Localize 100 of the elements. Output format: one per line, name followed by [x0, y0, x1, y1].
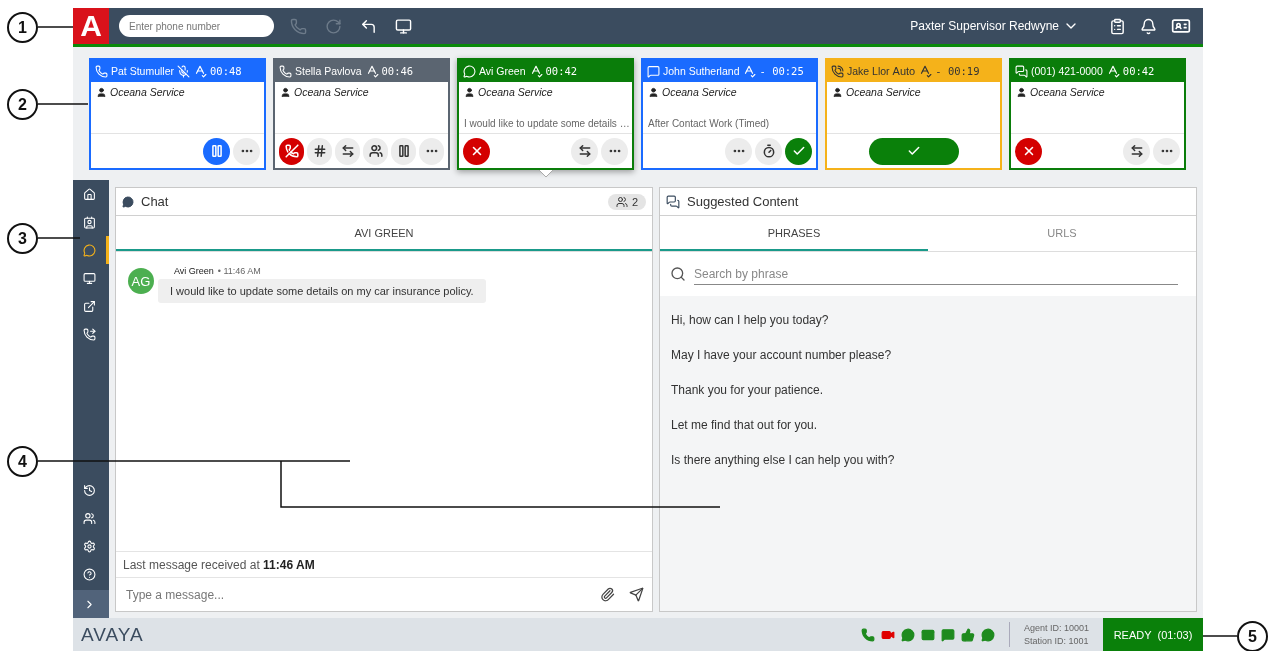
interaction-card[interactable]: Pat Stumuller 00:48 Oceana Service	[89, 58, 266, 170]
send-button[interactable]	[629, 587, 644, 602]
call-timer: - 00:19	[935, 65, 980, 77]
channel-icon	[95, 64, 108, 78]
people-icon	[615, 195, 628, 208]
user-menu[interactable]: Paxter Supervisor Redwyne	[904, 17, 1085, 35]
interaction-detail: After Contact Work (Timed)	[648, 118, 771, 129]
close-button[interactable]	[463, 137, 490, 165]
callout-badge: 1	[7, 12, 38, 43]
stopwatch-icon	[761, 144, 776, 158]
message-bubble: I would like to update some details on my car insurance policy.	[158, 279, 486, 303]
person-icon	[464, 86, 475, 98]
agent-id: Agent ID: 10001	[1023, 623, 1089, 633]
chat-tab[interactable]: AVI GREEN	[116, 216, 652, 251]
stopwatch-button[interactable]	[755, 137, 782, 165]
transfer-button[interactable]	[1123, 137, 1150, 165]
pause-button[interactable]	[391, 137, 416, 165]
channel-icon	[1015, 64, 1028, 78]
service-name: Oceana Service	[110, 86, 185, 98]
transfer-button[interactable]	[571, 137, 598, 165]
contact-name: Jake Llor	[847, 65, 890, 77]
call-timer: 00:48	[210, 65, 242, 77]
reply-arrow-icon	[360, 17, 377, 35]
channel-icon	[463, 64, 476, 78]
interaction-card[interactable]: Jake Llor Auto - 00:19 Oceana Service	[825, 58, 1002, 170]
mode-label: Auto	[892, 65, 916, 77]
thumbs-up-icon[interactable]	[960, 627, 975, 642]
people-button[interactable]	[363, 137, 388, 165]
check-button[interactable]	[868, 137, 959, 165]
interaction-card[interactable]: Stella Pavlova 00:46 Oceana Service	[273, 58, 450, 170]
phrase-item[interactable]: Thank you for your patience.	[671, 372, 1185, 407]
content-tab[interactable]: PHRASES	[660, 216, 928, 251]
hang-up-button[interactable]	[279, 137, 304, 165]
mail-icon[interactable]	[920, 627, 935, 642]
phrase-item[interactable]: Let me find that out for you.	[671, 407, 1185, 442]
phrase-item[interactable]: May I have your account number please?	[671, 337, 1185, 372]
person-icon	[1016, 86, 1027, 98]
service-name: Oceana Service	[478, 86, 553, 98]
settings-icon	[83, 539, 96, 553]
check-icon	[791, 144, 806, 158]
phrase-item[interactable]: Hi, how can I help you today?	[671, 302, 1185, 337]
callout-badge: 3	[7, 223, 38, 254]
hash-button[interactable]	[307, 137, 332, 165]
transfer-icon	[577, 144, 592, 158]
chat-icon	[83, 243, 96, 257]
notifications-button[interactable]	[1140, 17, 1157, 35]
participants-count: 2	[631, 195, 638, 208]
message-icon[interactable]	[940, 627, 955, 642]
pause-button[interactable]	[203, 137, 230, 165]
contact-name: (001) 421-0000	[1031, 65, 1103, 77]
id-card-button[interactable]	[1171, 16, 1191, 36]
phone-icon	[290, 17, 307, 35]
contact-name: Stella Pavlova	[295, 65, 362, 77]
send-icon	[629, 587, 644, 602]
people-icon	[83, 511, 96, 525]
hash-icon	[312, 144, 327, 158]
interaction-card[interactable]: Avi Green 00:42 Oceana Service I would like to update some details …	[457, 58, 634, 170]
people-icon	[368, 144, 383, 158]
channel-icon	[279, 64, 292, 78]
check-button[interactable]	[785, 137, 812, 165]
speech-bubble-icon[interactable]	[980, 627, 995, 642]
channel-icon	[647, 64, 660, 78]
clipboard-button[interactable]	[1109, 17, 1126, 35]
history-icon	[83, 483, 96, 497]
phone-number-field[interactable]: Enter phone number	[119, 15, 274, 37]
person-icon	[280, 86, 291, 98]
check-icon	[906, 144, 921, 158]
paperclip-icon	[600, 587, 615, 602]
person-icon	[832, 86, 843, 98]
contact-name: John Sutherland	[663, 65, 740, 77]
hang-up-icon	[284, 144, 299, 158]
message-time: • 11:46 AM	[217, 266, 261, 276]
interaction-card[interactable]: John Sutherland - 00:25 Oceana Service After Contact Work (Timed)	[641, 58, 818, 170]
attach-button[interactable]	[600, 587, 615, 602]
phrase-item[interactable]: Is there anything else I can help you with?	[671, 442, 1185, 477]
phone-icon[interactable]	[860, 627, 875, 642]
interaction-card[interactable]: (001) 421-0000 00:42 Oceana Service	[1009, 58, 1186, 170]
speech-bubbles-icon	[666, 194, 680, 209]
last-message-status: Last message received at 11:46 AM	[123, 557, 315, 572]
chat-icon[interactable]	[900, 627, 915, 642]
agent-state-button[interactable]: READY (01:03)	[1103, 618, 1203, 651]
transfer-button[interactable]	[335, 137, 360, 165]
id-card-icon	[1171, 16, 1191, 36]
sender-name: Avi Green	[174, 266, 214, 276]
close-button[interactable]	[1015, 137, 1042, 165]
call-timer: 00:46	[381, 65, 414, 77]
check-mark-icon	[742, 64, 757, 78]
contact-name: Avi Green	[479, 65, 526, 77]
service-name: Oceana Service	[294, 86, 369, 98]
monitor-icon	[83, 271, 96, 285]
phone-icon	[83, 327, 96, 341]
callout-badge: 2	[7, 89, 38, 120]
avatar: AG	[128, 268, 154, 294]
check-mark-icon	[918, 64, 933, 78]
interaction-detail: I would like to update some details …	[464, 118, 627, 129]
transfer-icon	[340, 144, 355, 158]
content-tab[interactable]: URLS	[928, 216, 1196, 251]
callout-badge: 4	[7, 446, 38, 477]
redo-icon	[325, 17, 342, 35]
leader-line	[37, 103, 89, 105]
